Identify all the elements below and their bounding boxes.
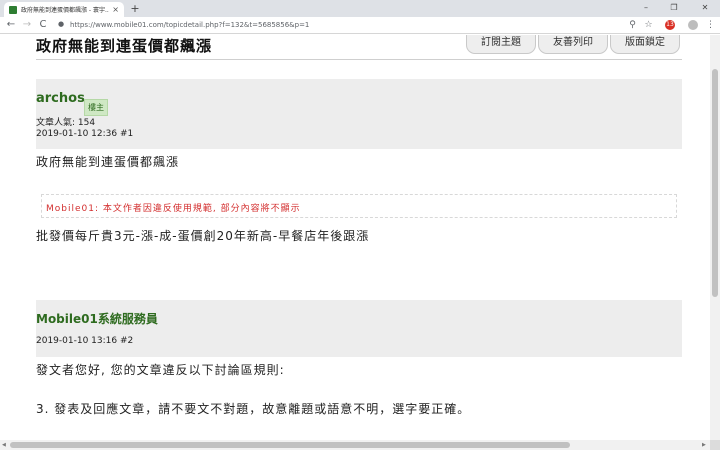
- post-header: Mobile01系統服務員 2019-01-10 13:16 #2: [36, 300, 682, 357]
- post-header: archos 樓主 文章人氣: 154 2019-01-10 12:36 #1: [36, 79, 682, 149]
- post-body-line: 政府無能到連蛋價都飆漲: [36, 155, 180, 169]
- moderation-notice: Mobile01: 本文作者因違反使用規範, 部分內容將不顯示: [41, 194, 677, 218]
- topic-actions: 訂閱主題 友善列印 版面鎖定: [466, 35, 680, 54]
- zoom-icon[interactable]: ⚲: [626, 18, 639, 32]
- post-popularity: 文章人氣: 154: [36, 118, 96, 128]
- post-datetime: 2019-01-10 12:36 #1: [36, 129, 134, 139]
- back-button[interactable]: ←: [4, 18, 18, 32]
- subscribe-topic-button[interactable]: 訂閱主題: [466, 35, 536, 54]
- minimize-button[interactable]: –: [633, 1, 659, 15]
- menu-icon[interactable]: ⋮: [704, 18, 717, 32]
- scroll-left-icon[interactable]: ◀: [2, 442, 6, 448]
- horizontal-scroll-thumb[interactable]: [10, 442, 570, 448]
- lock-layout-button[interactable]: 版面鎖定: [610, 35, 680, 54]
- post-author[interactable]: Mobile01系統服務員: [36, 310, 158, 327]
- new-tab-button[interactable]: +: [129, 2, 141, 15]
- site-favicon-icon: [9, 5, 17, 14]
- post-body-line: 批發價每斤貴3元-漲-成-蛋價創20年新高-早餐店年後跟漲: [36, 229, 370, 243]
- profile-avatar[interactable]: [688, 20, 698, 30]
- tab-title: 政府無能到連蛋價都飆漲 - 寰宇...: [21, 7, 110, 14]
- browser-tab[interactable]: 政府無能到連蛋價都飆漲 - 寰宇... ×: [4, 2, 124, 17]
- bookmark-star-icon[interactable]: ☆: [642, 18, 655, 32]
- tab-close-icon[interactable]: ×: [112, 5, 119, 14]
- page-title: 政府無能到連蛋價都飆漲: [36, 37, 213, 55]
- page-viewport: 政府無能到連蛋價都飆漲 訂閱主題 友善列印 版面鎖定 archos 樓主 文章人…: [0, 35, 710, 440]
- close-window-button[interactable]: ✕: [692, 1, 718, 15]
- vertical-scrollbar[interactable]: [710, 35, 720, 440]
- moderation-notice-text: Mobile01: 本文作者因違反使用規範, 部分內容將不顯示: [46, 204, 301, 214]
- scroll-right-icon[interactable]: ▶: [702, 442, 706, 448]
- lock-icon: ●: [58, 20, 65, 28]
- post-body-line: 發文者您好, 您的文章違反以下討論區規則:: [36, 363, 285, 377]
- op-badge: 樓主: [84, 99, 108, 116]
- vertical-scroll-thumb[interactable]: [712, 69, 718, 297]
- browser-tab-bar: 政府無能到連蛋價都飆漲 - 寰宇... × + – ❐ ✕: [0, 0, 720, 17]
- post-author[interactable]: archos: [36, 91, 85, 106]
- address-bar[interactable]: https://www.mobile01.com/topicdetail.php…: [70, 20, 309, 30]
- extension-icon[interactable]: 13: [665, 20, 675, 30]
- horizontal-scrollbar[interactable]: ◀ ▶: [0, 440, 710, 450]
- forward-button[interactable]: →: [20, 18, 34, 32]
- title-divider: [36, 59, 682, 60]
- reload-button[interactable]: C: [36, 18, 50, 32]
- post-body-line: 3. 發表及回應文章，請不要文不對題，故意離題或語意不明，選字要正確。: [36, 402, 471, 416]
- post-datetime: 2019-01-10 13:16 #2: [36, 336, 134, 346]
- print-friendly-button[interactable]: 友善列印: [538, 35, 608, 54]
- browser-toolbar: ← → C ● https://www.mobile01.com/topicde…: [0, 17, 720, 34]
- maximize-button[interactable]: ❐: [661, 1, 687, 15]
- scrollbar-corner: [710, 440, 720, 450]
